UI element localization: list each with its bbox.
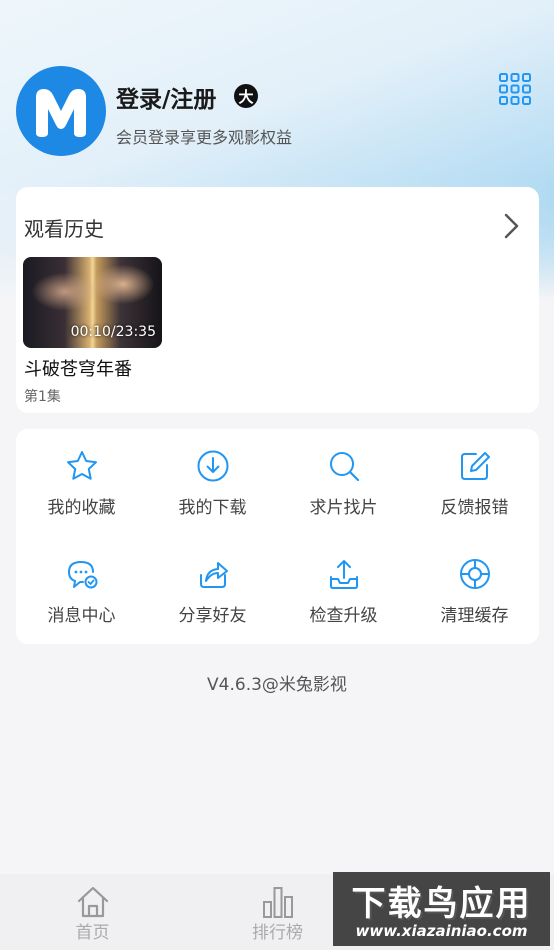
login-register-link[interactable]: 登录/注册 (116, 80, 216, 114)
watch-history-title: 观看历史 (24, 217, 104, 241)
request-video-label: 求片找片 (309, 498, 378, 518)
upload-icon (330, 560, 358, 589)
home-icon (77, 886, 109, 918)
chevron-right-icon[interactable] (501, 211, 521, 241)
grid-menu-icon[interactable] (498, 72, 532, 106)
messages-label: 消息中心 (47, 606, 116, 626)
check-update-label: 检查升级 (309, 606, 378, 626)
share-label: 分享好友 (178, 606, 247, 626)
favorites-label: 我的收藏 (47, 498, 116, 518)
watch-history-card: 观看历史 00:10/23:35 斗破苍穹年番 第1集 (16, 187, 539, 413)
watermark-title: 下载鸟应用 (351, 884, 532, 924)
downloads-button[interactable]: 我的下载 (147, 429, 278, 529)
share-icon (200, 562, 228, 588)
downloads-label: 我的下载 (178, 498, 247, 518)
chart-icon (263, 887, 293, 918)
star-icon (67, 451, 97, 480)
clear-cache-button[interactable]: 清理缓存 (409, 537, 540, 637)
check-update-button[interactable]: 检查升级 (278, 537, 409, 637)
request-video-button[interactable]: 求片找片 (278, 429, 409, 529)
m-logo-icon (36, 89, 86, 137)
clear-cache-label: 清理缓存 (440, 606, 509, 626)
tab-home[interactable]: 首页 (0, 874, 185, 950)
vip-badge: 大 (234, 84, 258, 108)
share-button[interactable]: 分享好友 (147, 537, 278, 637)
watermark: 下载鸟应用 www.xiazainiao.com (333, 872, 550, 946)
tab-home-label: 首页 (75, 923, 110, 943)
version-text: V4.6.3@米兔影视 (207, 675, 347, 695)
edit-icon (461, 452, 490, 480)
avatar[interactable] (16, 66, 106, 156)
history-thumbnail[interactable]: 00:10/23:35 (23, 257, 162, 348)
favorites-button[interactable]: 我的收藏 (16, 429, 147, 529)
clean-icon (460, 559, 490, 589)
download-icon (197, 450, 229, 482)
login-subtitle: 会员登录享更多观影权益 (116, 128, 293, 147)
playback-progress: 00:10/23:35 (70, 324, 156, 340)
history-item-episode: 第1集 (24, 389, 61, 405)
feedback-button[interactable]: 反馈报错 (409, 429, 540, 529)
message-icon (68, 561, 98, 589)
watermark-url: www.xiazainiao.com (355, 922, 528, 940)
history-item-title[interactable]: 斗破苍穹年番 (24, 355, 132, 381)
messages-button[interactable]: 消息中心 (16, 537, 147, 637)
feedback-label: 反馈报错 (440, 498, 509, 518)
quick-actions-card: 我的收藏 我的下载 求片找片 反馈报错 消息中心 分享好友 检查升级 清理缓存 (16, 429, 539, 644)
search-icon (330, 452, 360, 482)
